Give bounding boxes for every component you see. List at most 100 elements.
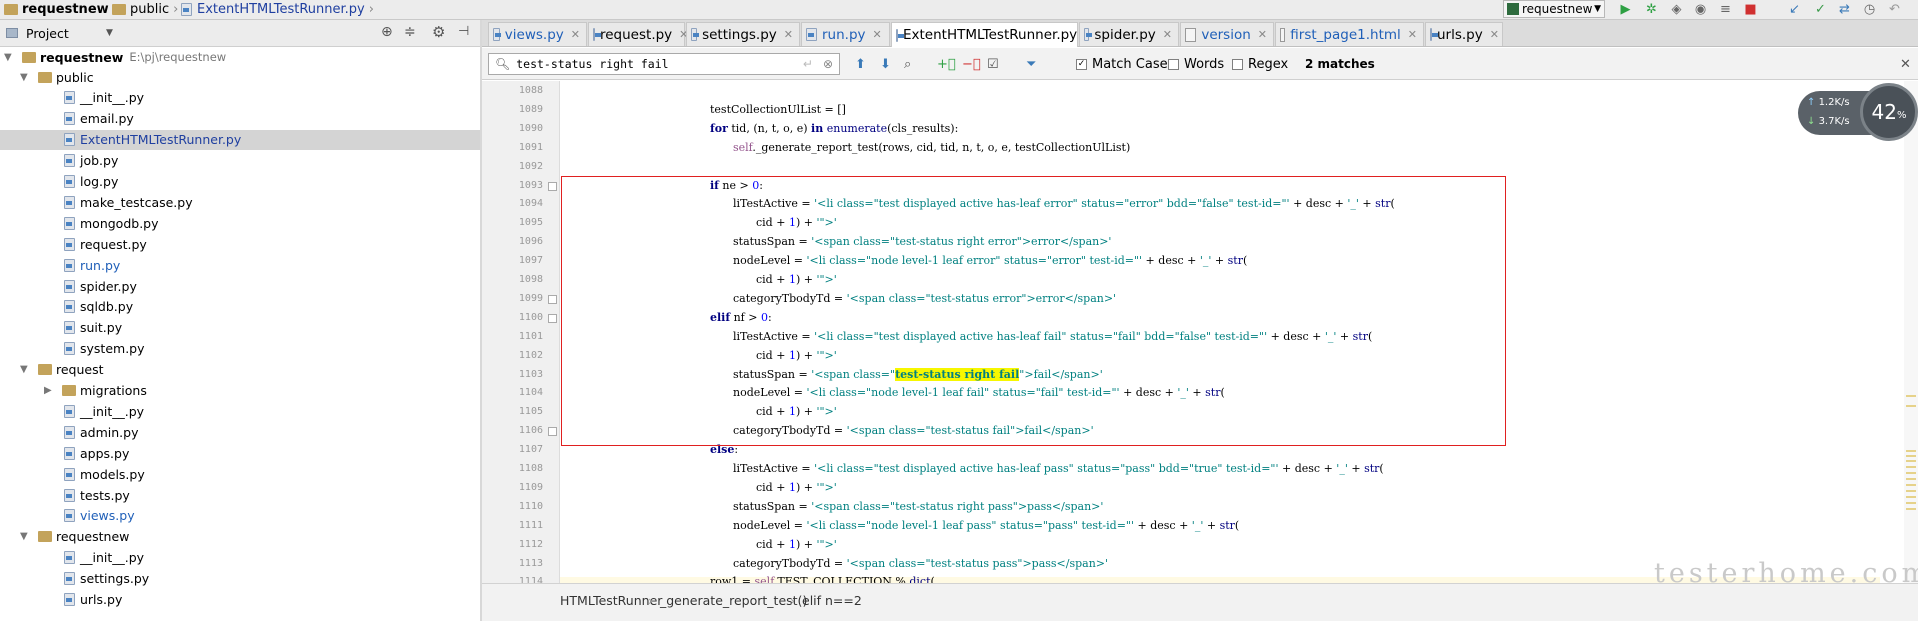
code-line[interactable]: self._generate_report_test(rows, cid, ti…	[733, 139, 1130, 157]
tree-folder[interactable]: ▶ migrations	[44, 381, 147, 401]
remove-selection-icon[interactable]: −⃞	[962, 55, 981, 73]
close-tab-icon[interactable]: ✕	[1163, 28, 1172, 41]
status-crumb[interactable]: _generate_report_test()	[660, 593, 807, 608]
tree-file[interactable]: models.py	[44, 464, 145, 484]
tree-file[interactable]: request.py	[44, 234, 147, 254]
chevron-down-icon[interactable]: ▼	[20, 364, 32, 375]
tab-version[interactable]: version ✕	[1180, 22, 1274, 46]
find-all-icon[interactable]: ⌕	[904, 55, 911, 73]
status-crumb[interactable]: elif n==2	[802, 593, 862, 608]
tree-file[interactable]: job.py	[44, 151, 118, 171]
code-line[interactable]: statusSpan = '<span class="test-status r…	[733, 498, 1103, 516]
tree-file[interactable]: urls.py	[44, 590, 122, 610]
close-icon[interactable]: ✕	[1900, 55, 1911, 73]
match-case-checkbox[interactable]: ✓ Match Case	[1076, 55, 1168, 73]
breadcrumb-project[interactable]: requestnew›	[4, 1, 118, 17]
chevron-down-icon[interactable]: ▼	[20, 72, 32, 83]
tab-first-page1-html[interactable]: first_page1.html ✕	[1275, 22, 1424, 46]
tree-file[interactable]: ExtentHTMLTestRunner.py	[0, 129, 524, 150]
clear-search-icon[interactable]: ⊗	[823, 57, 833, 71]
tree-file[interactable]: __init__.py	[44, 401, 144, 421]
search-box[interactable]: 🔍︎ ↵ ⊗	[488, 53, 840, 75]
history-icon[interactable]: ◷	[1861, 1, 1878, 18]
tree-file[interactable]: __init__.py	[44, 88, 144, 108]
filter-icon[interactable]: ⏷	[1026, 55, 1036, 73]
close-tab-icon[interactable]: ✕	[784, 28, 793, 41]
vcs-commit-icon[interactable]: ✓	[1812, 1, 1829, 18]
code-line[interactable]: testCollectionUlList = []	[710, 101, 846, 119]
breadcrumb-public[interactable]: public ›	[112, 1, 178, 17]
chevron-down-icon[interactable]: ▼	[4, 52, 16, 63]
run-icon[interactable]: ▶	[1617, 1, 1634, 18]
close-tab-icon[interactable]: ✕	[873, 28, 882, 41]
fold-icon[interactable]	[548, 313, 557, 323]
code-line[interactable]: categoryTbodyTd = '<span class="test-sta…	[733, 555, 1108, 573]
coverage-icon[interactable]: ◈	[1668, 1, 1685, 18]
tree-file[interactable]: email.py	[44, 109, 134, 129]
tree-file[interactable]: __init__.py	[44, 548, 144, 568]
tab-urls-py[interactable]: urls.py ✕	[1425, 22, 1503, 46]
chevron-right-icon[interactable]: ▶	[44, 385, 56, 396]
target-icon[interactable]: ⊕	[381, 24, 393, 40]
select-all-occurrences-icon[interactable]: ☑	[987, 55, 999, 73]
vcs-compare-icon[interactable]: ⇄	[1836, 1, 1853, 18]
tree-file[interactable]: views.py	[44, 506, 135, 526]
memory-usage-gauge[interactable]: 42%	[1860, 83, 1918, 141]
debug-icon[interactable]: ✲	[1643, 1, 1660, 18]
close-tab-icon[interactable]: ✕	[1258, 28, 1267, 41]
tab-settings-py[interactable]: settings.py ✕	[686, 22, 800, 46]
vcs-update-icon[interactable]: ↙	[1786, 1, 1803, 18]
code-line[interactable]: nodeLevel = '<li class="node level-1 lea…	[733, 517, 1239, 535]
gear-icon[interactable]: ⚙	[432, 23, 445, 41]
close-tab-icon[interactable]: ✕	[571, 28, 580, 41]
tab-run-py[interactable]: run.py ✕	[801, 22, 890, 46]
profile-icon[interactable]: ◉	[1692, 1, 1709, 18]
tree-file[interactable]: tests.py	[44, 485, 130, 505]
project-panel-title[interactable]: Project	[26, 26, 69, 41]
previous-occurrence-icon[interactable]: ⬆	[855, 55, 866, 73]
revert-icon[interactable]: ↶	[1886, 1, 1903, 18]
code-line[interactable]: liTestActive = '<li class="test displaye…	[733, 460, 1384, 478]
tree-folder[interactable]: ▼ requestnew	[20, 527, 129, 547]
tree-file[interactable]: make_testcase.py	[44, 192, 193, 212]
tree-file[interactable]: spider.py	[44, 276, 137, 296]
tab-spider-py[interactable]: spider.py ✕	[1079, 22, 1179, 46]
close-tab-icon[interactable]: ✕	[1408, 28, 1417, 41]
tree-file[interactable]: mongodb.py	[44, 213, 159, 233]
tree-file[interactable]: log.py	[44, 172, 118, 192]
chevron-down-icon[interactable]: ▼	[20, 531, 32, 542]
fold-icon[interactable]	[548, 427, 557, 437]
next-occurrence-icon[interactable]: ⬇	[880, 55, 891, 73]
tab-extenthtmltestrunner-py[interactable]: ExtentHTMLTestRunner.py✕	[891, 22, 1093, 47]
tree-file[interactable]: run.py	[44, 255, 120, 275]
search-icon[interactable]: 🔍︎	[495, 57, 510, 71]
tree-file[interactable]: settings.py	[44, 569, 149, 589]
stop-icon[interactable]: ■	[1742, 1, 1759, 18]
words-checkbox[interactable]: Words	[1168, 55, 1224, 73]
concurrency-icon[interactable]: ≡	[1717, 1, 1734, 18]
code-line[interactable]: for tid, (n, t, o, e) in enumerate(cls_r…	[710, 120, 958, 138]
tab-views-py[interactable]: views.py ✕	[488, 22, 587, 46]
tree-file[interactable]: suit.py	[44, 318, 122, 338]
tree-file[interactable]: apps.py	[44, 443, 129, 463]
breadcrumb-file[interactable]: ExtentHTMLTestRunner.py ›	[181, 1, 374, 17]
add-selection-icon[interactable]: +⃞	[937, 55, 956, 73]
fold-icon[interactable]	[548, 294, 557, 304]
regex-checkbox[interactable]: Regex	[1232, 55, 1288, 73]
tree-folder[interactable]: ▼ public	[20, 67, 94, 87]
run-config-select[interactable]: requestnew ▼	[1503, 0, 1605, 18]
chevron-down-icon[interactable]: ▼	[106, 28, 113, 38]
fold-icon[interactable]	[548, 181, 557, 191]
tree-file[interactable]: admin.py	[44, 422, 138, 442]
code-line[interactable]: cid + 1) + '">'	[756, 536, 837, 554]
code-line[interactable]: row1 = self.TEST_COLLECTION % dict(	[710, 573, 935, 583]
close-tab-icon[interactable]: ✕	[1490, 28, 1499, 41]
search-input[interactable]	[514, 56, 789, 72]
tree-file[interactable]: system.py	[44, 339, 145, 359]
tree-file[interactable]: sqldb.py	[44, 297, 133, 317]
collapse-all-icon[interactable]: ≑	[404, 24, 416, 40]
hide-panel-icon[interactable]: ⊣	[458, 24, 469, 39]
tree-root[interactable]: ▼ requestnew E:\pj\requestnew	[4, 47, 226, 67]
code-line[interactable]: cid + 1) + '">'	[756, 479, 837, 497]
tree-folder[interactable]: ▼ request	[20, 360, 104, 380]
